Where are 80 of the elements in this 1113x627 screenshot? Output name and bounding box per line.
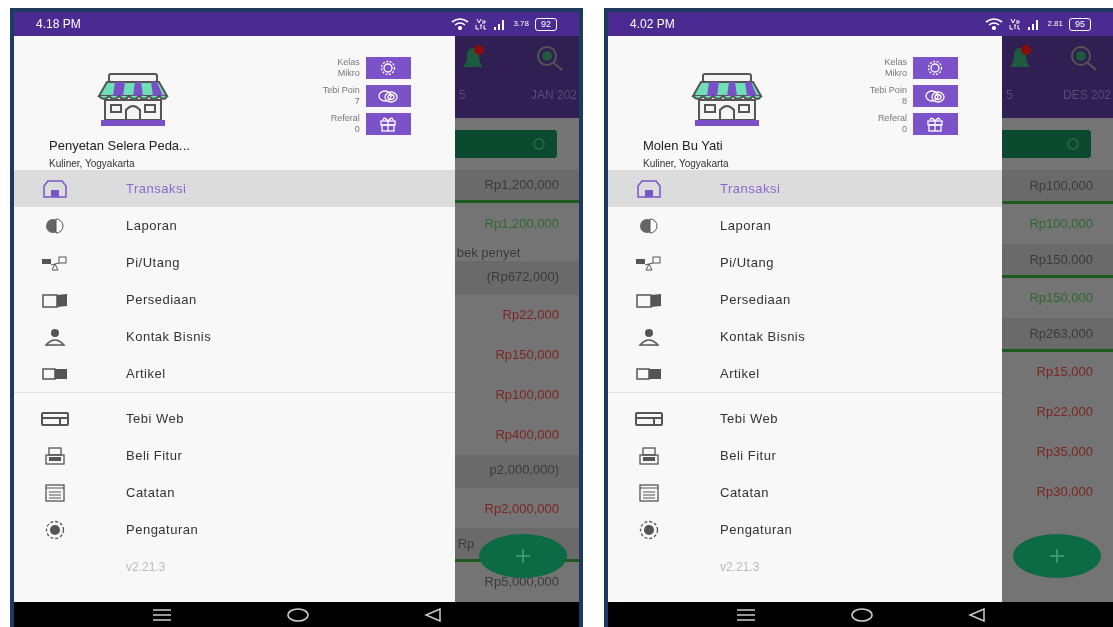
badge-button[interactable] [365, 57, 411, 79]
transaction-amount: Rp15,000 [1036, 363, 1093, 382]
business-location: Kuliner, Yogyakarta [643, 156, 730, 171]
transaction-amount: Rp22,000 [502, 306, 559, 325]
plus-icon [1049, 548, 1065, 564]
menu-icon[interactable] [735, 608, 756, 621]
menu-item[interactable]: Laporan [14, 207, 455, 244]
badge-label: Referal [330, 113, 360, 124]
badge-label: Tebi Poin [869, 85, 907, 96]
menu-item[interactable]: Artikel [608, 355, 1002, 392]
badge-value: 0 [354, 124, 360, 135]
store-icon [689, 72, 765, 128]
transaction-amount: Rp100,000 [495, 386, 559, 404]
wifi-icon [451, 18, 470, 30]
menu-item[interactable]: Pi/Utang [14, 244, 455, 281]
badge-value: 0 [901, 124, 907, 135]
transaction-amount: Rp400,000 [495, 425, 559, 444]
search-icon [1069, 44, 1099, 72]
plus-icon [515, 548, 531, 564]
business-location: Kuliner, Yogyakarta [49, 156, 136, 171]
search-icon [535, 44, 565, 72]
transaction-amount: Rp35,000 [1036, 443, 1093, 462]
badge-button[interactable] [912, 57, 958, 79]
menu-item[interactable]: Pengaturan [14, 511, 455, 548]
business-name: Molen Bu Yati [643, 137, 724, 155]
menu-item[interactable]: Tebi Web [14, 400, 455, 437]
badge-label: Kelas [337, 57, 360, 68]
back-icon[interactable] [967, 607, 986, 622]
wifi-icon [985, 18, 1004, 30]
badge-button[interactable] [912, 113, 958, 135]
menu-item[interactable]: Pi/Utang [608, 244, 1002, 281]
menu-item[interactable]: Persediaan [14, 281, 455, 318]
badge-value: 7 [354, 96, 360, 107]
transaction-note: bek penyet [456, 244, 521, 263]
badge-label: Tebi Poin [322, 85, 360, 96]
back-icon[interactable] [423, 607, 442, 622]
transaction-amount: Rp22,000 [1036, 403, 1093, 422]
business-name: Penyetan Selera Peda... [49, 137, 191, 155]
menu-item[interactable]: Tebi Web [608, 400, 1002, 437]
badge-value: Mikro [337, 68, 360, 79]
menu-item[interactable]: Laporan [608, 207, 1002, 244]
battery-level: 92 [535, 17, 557, 31]
transaction-amount: Rp2,000,000 [484, 499, 559, 518]
menu-item[interactable]: Kontak Bisnis [608, 318, 1002, 355]
store-icon [95, 72, 171, 128]
clock-time: 4.18 PM [36, 16, 81, 33]
network-speed: 3.78 [513, 20, 529, 28]
menu-item[interactable]: Catatan [608, 474, 1002, 511]
menu-item[interactable]: Pengaturan [608, 511, 1002, 548]
battery-level: 95 [1069, 17, 1091, 31]
transaction-amount: Rp100,000 [1029, 215, 1093, 234]
transaction-amount: Rp150,000 [1029, 289, 1093, 308]
transaction-amount: Rp30,000 [1036, 483, 1093, 502]
badge-value: Mikro [884, 68, 907, 79]
transaction-amount: Rp5,000,000 [484, 573, 559, 592]
volte-icon [475, 18, 488, 30]
menu-item[interactable]: Beli Fitur [608, 437, 1002, 474]
clock-time: 4.02 PM [630, 16, 675, 33]
volte-icon [1009, 18, 1022, 30]
transaction-amount: Rp1,200,000 [484, 214, 559, 233]
badge-button[interactable] [365, 85, 411, 107]
menu-icon[interactable] [151, 608, 172, 621]
badge-label: Referal [877, 113, 907, 124]
menu-item[interactable]: Kontak Bisnis [14, 318, 455, 355]
circle-icon[interactable] [286, 607, 309, 622]
transaction-amount: Rp150,000 [495, 346, 559, 365]
menu-item[interactable]: Persediaan [608, 281, 1002, 318]
circle-icon[interactable] [850, 607, 873, 622]
store-icon [634, 178, 664, 199]
badge-label: Kelas [884, 57, 907, 68]
badge-button[interactable] [912, 85, 958, 107]
store-icon [40, 178, 70, 199]
menu-item[interactable]: Beli Fitur [14, 437, 455, 474]
app-version: v2.21.3 [720, 559, 761, 576]
menu-item[interactable]: Catatan [14, 474, 455, 511]
badge-value: 8 [901, 96, 907, 107]
app-version: v2.21.3 [126, 559, 167, 576]
badge-button[interactable] [365, 113, 411, 135]
menu-item[interactable]: Artikel [14, 355, 455, 392]
network-speed: 2.81 [1047, 20, 1063, 28]
